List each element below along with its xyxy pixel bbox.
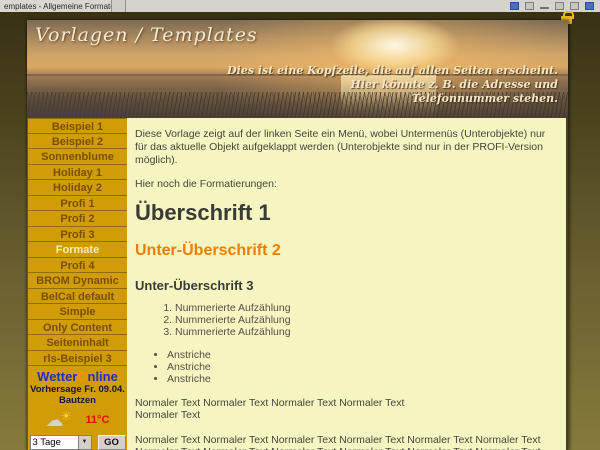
wetteronline-logo[interactable]: WetterOnline [28,369,127,384]
browser-window-controls [510,0,600,12]
sidebar-item-seiteninhalt[interactable]: Seiteninhalt [28,335,127,351]
sidebar-item-rls-beispiel-3[interactable]: rls-Beispiel 3 [28,351,127,367]
numbered-list-item: Nummerierte Aufzählung [175,326,556,338]
normal-text-line-1: Normaler Text Normaler Text Normaler Tex… [135,397,556,409]
site-title: Vorlagen / Templates [35,24,258,46]
tagline-line-1: Dies ist eine Kopfzeile, die auf allen S… [227,64,558,78]
numbered-list-item: Nummerierte Aufzählung [175,314,556,326]
toolbar-icon[interactable] [570,2,579,10]
tagline-line-2: Hier könnte z. B. die Adresse und [227,78,558,92]
logo-nline: nline [88,369,118,384]
help-icon[interactable] [585,2,594,10]
partly-cloudy-icon: ☀ ☁ [46,411,72,429]
sidebar-menu: Beispiel 1 Beispiel 2 Sonnenblume Holida… [27,118,127,450]
temperature-value: 11°C [86,414,110,426]
tagline-line-3: Telefonnummer stehen. [227,92,558,106]
normal-text-line-2: Normaler Text [135,409,556,421]
bullet-list-item: Anstriche [167,373,556,385]
intro-paragraph: Diese Vorlage zeigt auf der linken Seite… [135,128,556,167]
sidebar-item-belcal-default[interactable]: BelCal default [28,289,127,305]
header-banner-image: Vorlagen / Templates Dies ist eine Kopfz… [27,20,568,118]
bullet-list: Anstriche Anstriche Anstriche [135,349,556,385]
sidebar-item-holiday-2[interactable]: Holiday 2 [28,180,127,196]
bullet-list-item: Anstriche [167,361,556,373]
window-icon[interactable] [525,2,534,10]
sidebar-item-profi-2[interactable]: Profi 2 [28,211,127,227]
heading-1: Überschrift 1 [135,200,556,226]
minimize-icon[interactable] [540,4,549,9]
sidebar-item-sonnenblume[interactable]: Sonnenblume [28,149,127,165]
sidebar-item-only-content[interactable]: Only Content [28,320,127,336]
restore-icon[interactable] [555,2,564,10]
browser-tab-title: emplates - Allgemeine Formate für Texte … [4,2,112,11]
bullet-list-item: Anstriche [167,349,556,361]
sidebar-item-brom-dynamic[interactable]: BROM Dynamic [28,273,127,289]
logo-o-sun: O [77,369,87,384]
sidebar-item-profi-3[interactable]: Profi 3 [28,227,127,243]
logo-wetter: Wetter [37,369,77,384]
panel-icon[interactable] [510,2,519,10]
sidebar-item-profi-4[interactable]: Profi 4 [28,258,127,274]
forecast-city: Bautzen [28,395,127,406]
browser-tab-bar: emplates - Allgemeine Formate für Texte … [0,0,600,12]
heading-3: Unter-Überschrift 3 [135,278,556,293]
numbered-list: Nummerierte Aufzählung Nummerierte Aufzä… [135,302,556,338]
sidebar-item-beispiel-1[interactable]: Beispiel 1 [28,118,127,134]
long-text-paragraph: Normaler Text Normaler Text Normaler Tex… [135,434,556,450]
sidebar-item-holiday-1[interactable]: Holiday 1 [28,165,127,181]
tab-bar-filler [126,0,510,12]
forecast-label: Vorhersage Fr. 09.04. [28,384,127,395]
content-area: Diese Vorlage zeigt auf der linken Seite… [127,118,568,450]
numbered-list-item: Nummerierte Aufzählung [175,302,556,314]
weather-widget: WetterOnline Vorhersage Fr. 09.04. Bautz… [28,366,127,450]
header-tagline: Dies ist eine Kopfzeile, die auf allen S… [227,64,558,106]
sidebar-item-beispiel-2[interactable]: Beispiel 2 [28,134,127,150]
sidebar-item-profi-1[interactable]: Profi 1 [28,196,127,212]
browser-tab[interactable]: emplates - Allgemeine Formate für Texte … [0,0,112,12]
page-background: Vorlagen / Templates Dies ist eine Kopfz… [0,12,600,450]
normal-text-paragraph: Normaler Text Normaler Text Normaler Tex… [135,397,556,421]
select-value: 3 Tage [31,436,78,449]
cloud-icon: ☁ [46,410,64,431]
sidebar-item-formate-active[interactable]: Formate [28,242,127,258]
formatting-note: Hier noch die Formatierungen: [135,178,556,191]
browser-tab-stub[interactable] [112,0,126,12]
sidebar-item-simple[interactable]: Simple [28,304,127,320]
heading-2: Unter-Überschrift 2 [135,242,556,260]
chevron-down-icon[interactable]: ▼ [78,436,91,449]
site-container: Vorlagen / Templates Dies ist eine Kopfz… [27,20,568,450]
forecast-range-select[interactable]: 3 Tage ▼ [30,435,92,450]
go-button[interactable]: GO [98,435,126,450]
